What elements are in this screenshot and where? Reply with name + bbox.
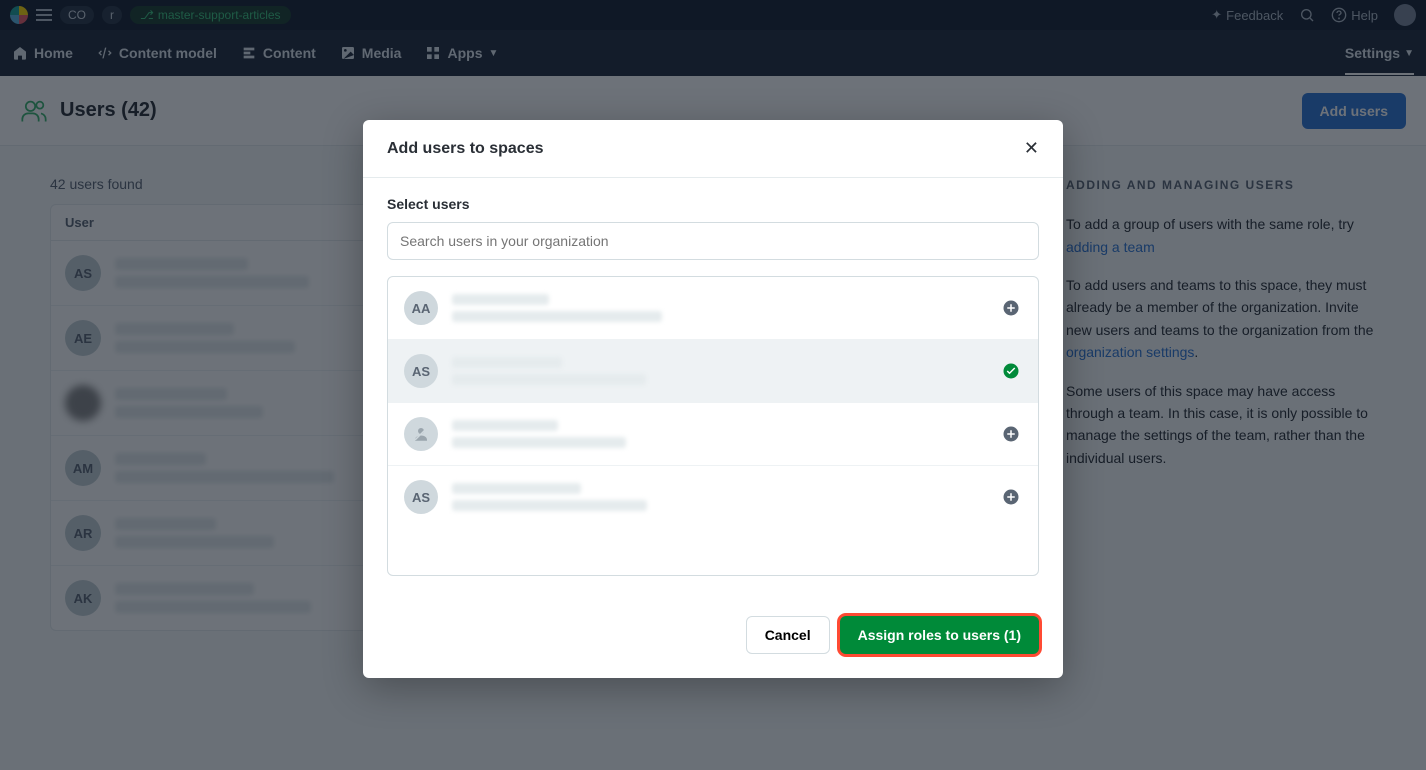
user-list-item[interactable]: AA bbox=[388, 277, 1038, 340]
plus-circle-icon[interactable] bbox=[1002, 488, 1020, 506]
avatar: AS bbox=[404, 354, 438, 388]
user-search-field[interactable] bbox=[387, 222, 1039, 260]
user-list-item[interactable] bbox=[388, 403, 1038, 466]
user-list-item[interactable]: AS bbox=[388, 466, 1038, 528]
close-icon[interactable]: ✕ bbox=[1024, 138, 1039, 159]
search-input[interactable] bbox=[400, 233, 1026, 249]
user-select-list[interactable]: AA AS AS bbox=[387, 276, 1039, 576]
user-info-redacted bbox=[452, 357, 646, 385]
add-users-modal: Add users to spaces ✕ Select users AAASA… bbox=[363, 120, 1063, 678]
assign-roles-button[interactable]: Assign roles to users (1) bbox=[840, 616, 1039, 654]
plus-circle-icon[interactable] bbox=[1002, 299, 1020, 317]
plus-circle-icon[interactable] bbox=[1002, 425, 1020, 443]
select-users-label: Select users bbox=[387, 196, 1039, 212]
cancel-button[interactable]: Cancel bbox=[746, 616, 830, 654]
modal-title: Add users to spaces bbox=[387, 140, 544, 158]
user-info-redacted bbox=[452, 483, 647, 511]
user-list-item[interactable]: AS bbox=[388, 340, 1038, 403]
user-silhouette-icon bbox=[404, 417, 438, 451]
user-info-redacted bbox=[452, 420, 626, 448]
user-info-redacted bbox=[452, 294, 662, 322]
avatar: AS bbox=[404, 480, 438, 514]
avatar: AA bbox=[404, 291, 438, 325]
modal-overlay[interactable]: Add users to spaces ✕ Select users AAASA… bbox=[0, 0, 1426, 770]
check-circle-icon[interactable] bbox=[1002, 362, 1020, 380]
